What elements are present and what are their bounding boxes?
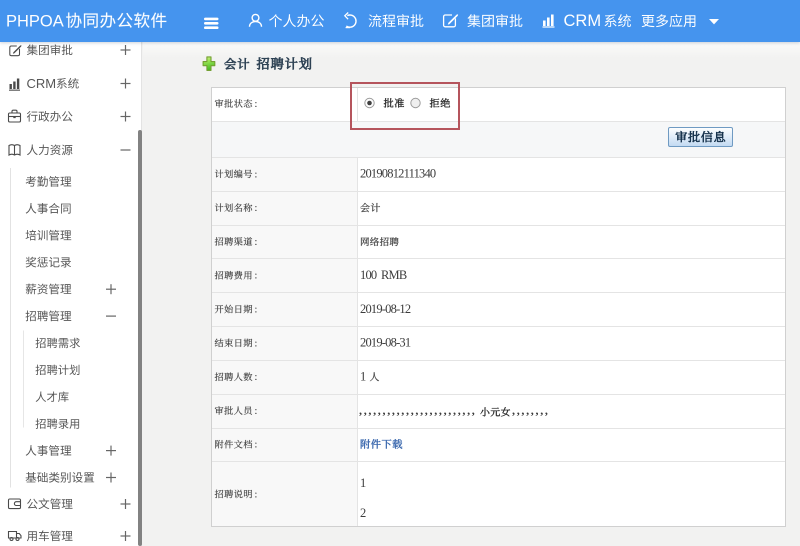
svg-text::: : [254,270,257,282]
svg-text::: : [254,304,257,316]
svg-text:,,,,,,,,: ,,,,,,,, [512,403,550,417]
svg-text::: : [254,337,257,349]
svg-text::: : [254,439,257,451]
svg-text::: : [254,488,257,500]
svg-text:1: 1 [360,476,366,490]
svg-text:1: 1 [360,370,366,384]
svg-text:100 RMB: 100 RMB [360,268,407,282]
svg-text:,,,,,,,,,,,,,,,,,,,,,,,,,: ,,,,,,,,,,,,,,,,,,,,,,,,, [359,403,477,417]
svg-text:PHPOA: PHPOA [6,13,64,31]
svg-text:2: 2 [360,506,366,520]
svg-text::: : [254,98,257,110]
svg-text::: : [254,371,257,383]
svg-text:20190812111340: 20190812111340 [360,167,436,181]
svg-text::: : [254,202,257,214]
svg-text::: : [254,168,257,180]
svg-text:CRM: CRM [564,12,602,30]
svg-text::: : [254,236,257,248]
svg-text::: : [254,405,257,417]
svg-text:CRM: CRM [27,76,57,91]
svg-text:2019-08-12: 2019-08-12 [360,302,411,316]
svg-text:2019-08-31: 2019-08-31 [360,336,411,350]
